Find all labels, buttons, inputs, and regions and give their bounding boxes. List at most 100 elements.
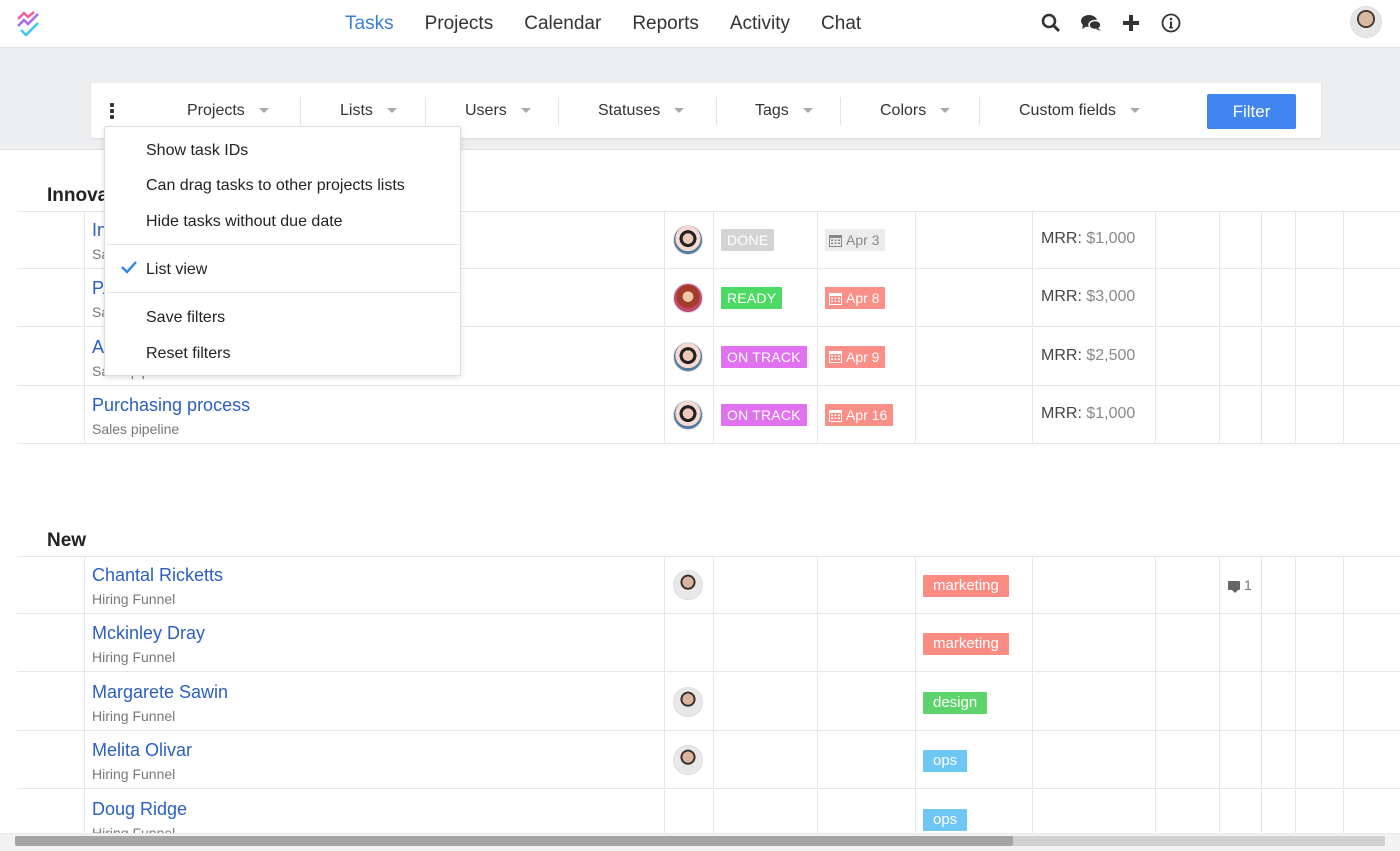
column-divider [817,327,818,385]
task-title-link[interactable]: Purchasing process [92,395,250,416]
task-title-link[interactable]: Mckinley Dray [92,623,205,644]
assignee-avatar[interactable] [673,283,703,314]
due-date-badge[interactable]: Apr 16 [825,404,894,427]
menu-item-drag-tasks[interactable]: Can drag tasks to other projects lists [146,177,405,195]
caret-down-icon [258,108,269,113]
tag-label[interactable]: ops [923,750,968,773]
assignee-avatar[interactable] [673,686,703,717]
filter-custom-fields-dropdown[interactable]: Custom fields [1019,83,1140,138]
due-date-text: Apr 3 [846,232,880,248]
filter-statuses-dropdown[interactable]: Statuses [598,83,685,138]
mrr-label: MRR: [1041,230,1082,247]
tag-label[interactable]: marketing [923,633,1009,656]
user-avatar[interactable] [1350,6,1382,38]
horizontal-scrollbar[interactable] [0,833,1400,851]
filter-tags-dropdown[interactable]: Tags [755,83,813,138]
plus-icon[interactable] [1120,12,1142,34]
filter-button[interactable]: Filter [1207,94,1296,129]
task-row[interactable]: Melita Olivar Hiring Funnel ops [17,731,1400,790]
column-divider [1155,327,1156,385]
nav-projects[interactable]: Projects [425,13,494,35]
menu-item-hide-no-due-date[interactable]: Hide tasks without due date [146,213,343,231]
column-divider [1032,731,1033,789]
status-badge[interactable]: DONE [721,229,775,251]
tag-label[interactable]: design [923,691,988,714]
assignee-avatar[interactable] [673,400,703,431]
column-divider [1261,211,1262,268]
column-divider [713,211,714,268]
comment-icon [1228,580,1240,593]
tag-label[interactable]: ops [923,808,968,831]
mrr-label: MRR: [1041,346,1082,364]
column-divider [1261,614,1262,672]
mrr-value: $2,500 [1086,346,1136,364]
column-divider [1032,556,1033,613]
column-divider [1343,731,1344,789]
due-date-text: Apr 8 [846,290,880,307]
column-divider [1155,731,1156,789]
nav-calendar[interactable]: Calendar [524,13,601,35]
menu-item-show-task-ids[interactable]: Show task IDs [146,142,248,160]
checkmark-icon [121,261,137,274]
status-badge[interactable]: READY [721,287,783,310]
column-divider [1261,327,1262,385]
nav-tasks[interactable]: Tasks [345,13,394,35]
column-divider [817,269,818,327]
menu-item-reset-filters[interactable]: Reset filters [146,345,230,363]
chat-bubbles-icon[interactable] [1080,12,1102,34]
column-divider [1219,327,1220,385]
app-logo-icon[interactable] [16,11,42,37]
divider [300,97,301,125]
task-title-link[interactable]: Margarete Sawin [92,682,228,703]
column-divider [817,386,818,444]
task-row[interactable]: Chantal Ricketts Hiring Funnel marketing 1 [17,556,1400,614]
calendar-icon [829,409,842,422]
column-divider [713,556,714,613]
menu-item-save-filters[interactable]: Save filters [146,309,225,327]
nav-activity[interactable]: Activity [730,13,790,35]
column-divider [915,731,916,789]
caret-down-icon [386,108,397,113]
nav-reports[interactable]: Reports [632,13,699,35]
assignee-avatar[interactable] [673,570,703,600]
status-badge[interactable]: ON TRACK [721,404,807,427]
task-row[interactable]: Purchasing process Sales pipeline ON TRACK… [17,386,1400,445]
filter-colors-dropdown[interactable]: Colors [880,83,951,138]
column-divider [1261,556,1262,613]
due-date-badge[interactable]: Apr 8 [825,287,886,310]
task-title-link[interactable]: Doug Ridge [92,799,187,820]
assignee-avatar[interactable] [673,225,703,255]
due-date-badge[interactable]: Apr 9 [825,345,886,368]
column-divider [1155,269,1156,327]
column-divider [1219,211,1220,268]
search-icon[interactable] [1040,12,1062,34]
assignee-avatar[interactable] [673,341,703,372]
column-divider [1343,327,1344,385]
tag-label[interactable]: marketing [923,575,1009,597]
column-divider [1032,672,1033,730]
more-options-icon[interactable] [109,103,115,119]
column-divider [817,614,818,672]
column-divider [1261,672,1262,730]
mrr-value: $1,000 [1086,230,1136,247]
comments-count[interactable]: 1 [1228,577,1252,593]
section-title: New [47,530,87,551]
column-divider [1032,269,1033,327]
task-title-link[interactable]: Melita Olivar [92,740,192,761]
column-divider [1343,614,1344,672]
column-divider [1343,672,1344,730]
filter-users-dropdown[interactable]: Users [465,83,531,138]
column-divider [664,211,665,268]
due-date-badge[interactable]: Apr 3 [825,229,886,251]
task-row[interactable]: Margarete Sawin Hiring Funnel design [17,672,1400,731]
menu-item-list-view[interactable]: List view [146,261,207,279]
status-badge[interactable]: ON TRACK [721,345,807,368]
assignee-avatar[interactable] [673,745,703,776]
column-divider [84,211,85,268]
nav-chat[interactable]: Chat [821,13,861,35]
scrollbar-thumb[interactable] [15,836,1013,846]
column-divider [1261,269,1262,327]
task-title-link[interactable]: Chantal Ricketts [92,565,223,586]
task-row[interactable]: Mckinley Dray Hiring Funnel marketing [17,614,1400,673]
info-icon[interactable] [1160,12,1182,34]
